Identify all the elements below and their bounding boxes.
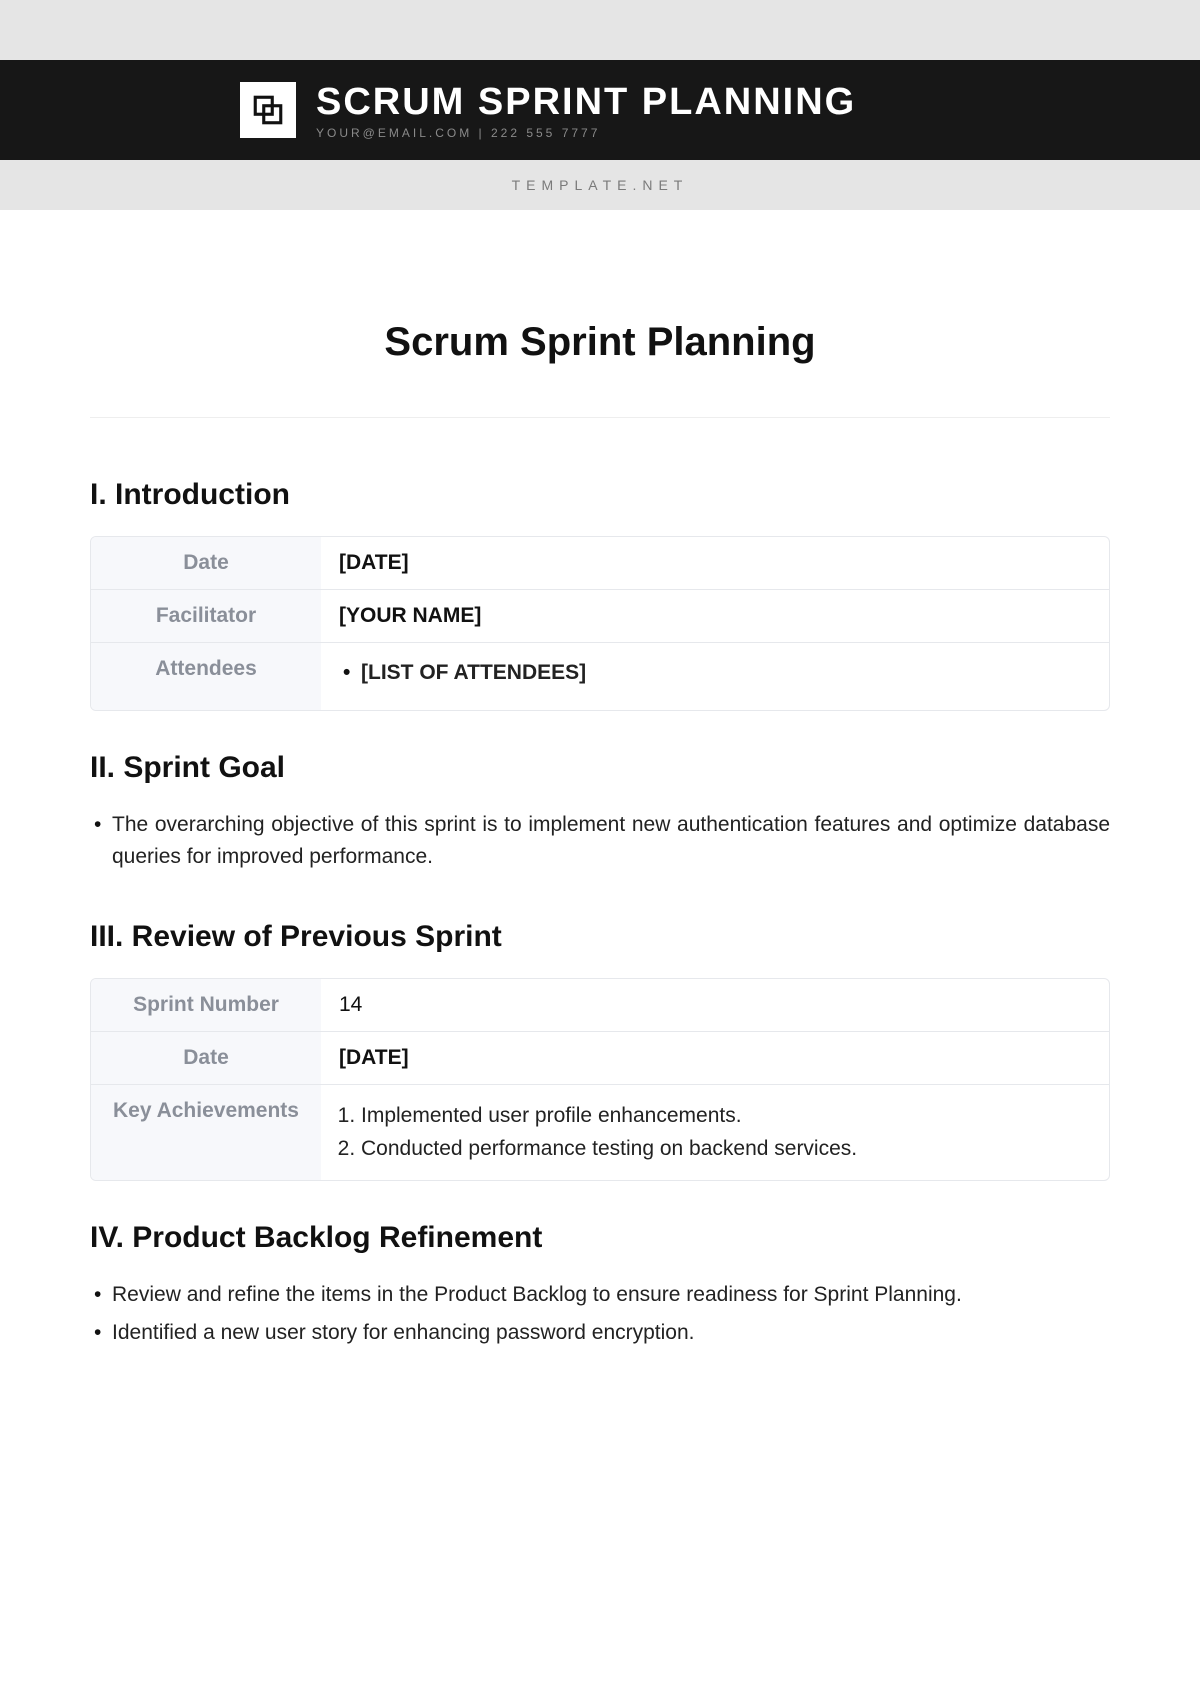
intro-date-value: [DATE] [321,537,1109,590]
watermark-text: TEMPLATE.NET [512,177,689,193]
review-ach-label: Key Achievements [91,1085,321,1180]
section-heading-intro: I. Introduction [90,478,1110,512]
table-row: Attendees [LIST OF ATTENDEES] [91,643,1109,710]
intro-table: Date [DATE] Facilitator [YOUR NAME] Atte… [90,536,1110,711]
review-table: Sprint Number 14 Date [DATE] Key Achieve… [90,978,1110,1181]
review-date-value: [DATE] [321,1032,1109,1085]
section-heading-review: III. Review of Previous Sprint [90,920,1110,954]
top-gray-band [0,0,1200,60]
intro-facilitator-label: Facilitator [91,590,321,643]
logo-box [240,82,296,138]
page-title: Scrum Sprint Planning [90,320,1110,365]
table-row: Facilitator [YOUR NAME] [91,590,1109,643]
backlog-item: Review and refine the items in the Produ… [90,1279,1110,1312]
achievement-item: Implemented user profile enhancements. [361,1099,1091,1133]
review-ach-value: Implemented user profile enhancements. C… [321,1085,1109,1180]
backlog-item: Identified a new user story for enhancin… [90,1317,1110,1350]
intro-attendees-value: [LIST OF ATTENDEES] [321,643,1109,710]
table-row: Date [DATE] [91,537,1109,590]
backlog-list: Review and refine the items in the Produ… [90,1279,1110,1350]
section-heading-goal: II. Sprint Goal [90,751,1110,785]
table-row: Sprint Number 14 [91,979,1109,1032]
divider [90,417,1110,418]
goal-list: The overarching objective of this sprint… [90,809,1110,874]
review-num-value: 14 [321,979,1109,1032]
banner-title: SCRUM SPRINT PLANNING [316,81,856,124]
review-date-label: Date [91,1032,321,1085]
overlap-squares-icon [251,93,285,127]
banner-text: SCRUM SPRINT PLANNING YOUR@EMAIL.COM | 2… [316,81,856,140]
achievement-item: Conducted performance testing on backend… [361,1132,1091,1166]
page-body: Scrum Sprint Planning I. Introduction Da… [0,210,1200,1396]
intro-date-label: Date [91,537,321,590]
banner: SCRUM SPRINT PLANNING YOUR@EMAIL.COM | 2… [0,60,1200,160]
attendee-item: [LIST OF ATTENDEES] [339,657,1091,690]
intro-facilitator-value: [YOUR NAME] [321,590,1109,643]
table-row: Date [DATE] [91,1032,1109,1085]
intro-attendees-label: Attendees [91,643,321,710]
table-row: Key Achievements Implemented user profil… [91,1085,1109,1180]
section-heading-backlog: IV. Product Backlog Refinement [90,1221,1110,1255]
watermark-band: TEMPLATE.NET [0,160,1200,210]
banner-subline: YOUR@EMAIL.COM | 222 555 7777 [316,126,856,140]
review-num-label: Sprint Number [91,979,321,1032]
goal-item: The overarching objective of this sprint… [90,809,1110,874]
